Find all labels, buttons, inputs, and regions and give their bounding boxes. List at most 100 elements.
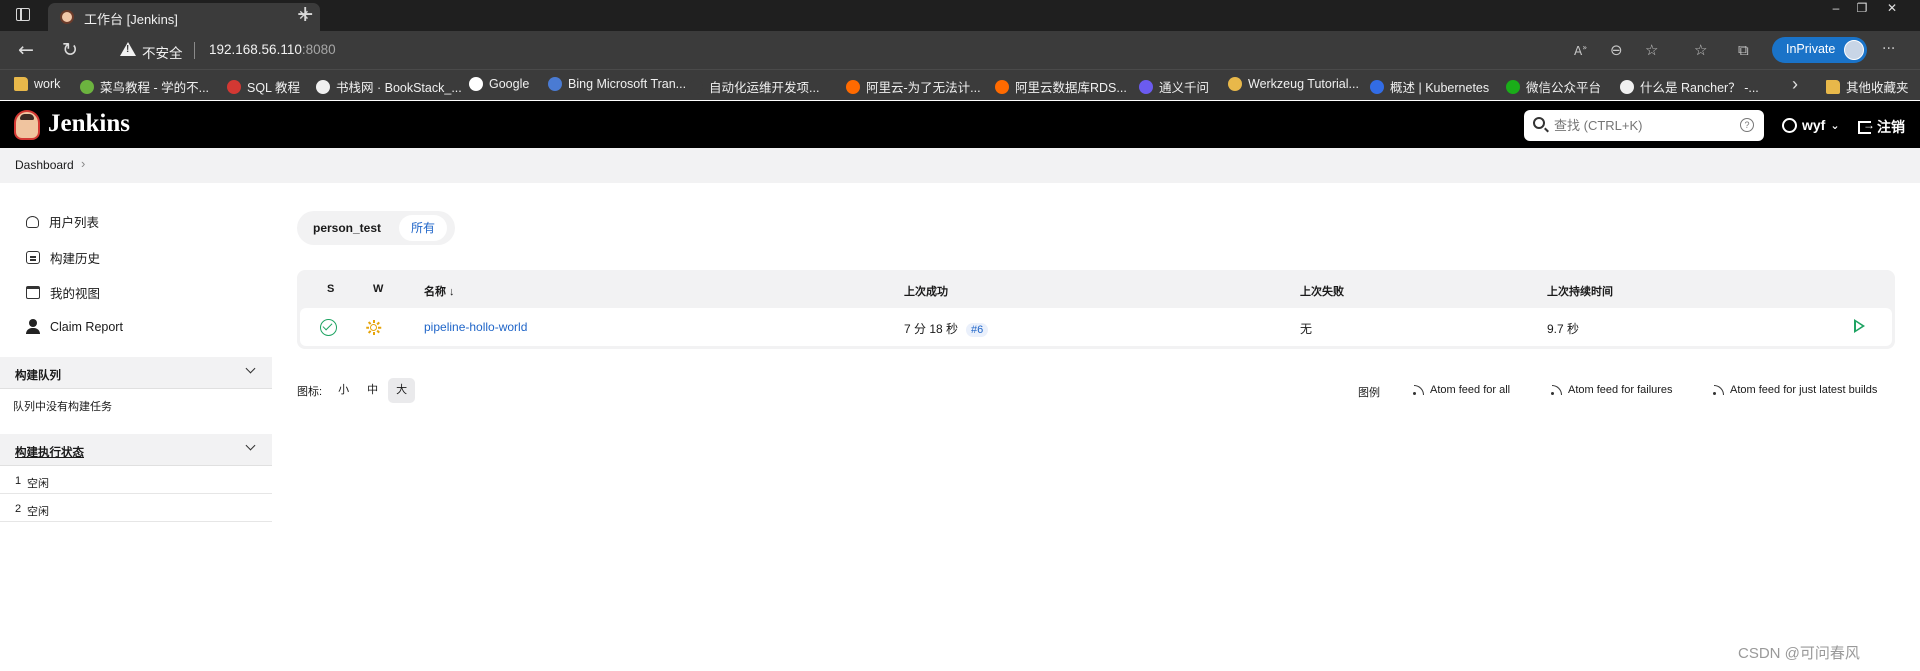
url-host: 192.168.56.110 [209, 42, 302, 57]
chevron-down-icon[interactable] [245, 363, 256, 374]
jenkins-logo-text[interactable]: Jenkins [48, 110, 130, 138]
new-tab-icon[interactable]: + [296, 2, 314, 27]
address-bar: ← ↻ 不安全 192.168.56.110:8080 A» ⊖ ☆ ☆ ⧉ I… [0, 31, 1920, 69]
icon-size-small[interactable]: 小 [330, 378, 357, 403]
rss-icon [1551, 385, 1562, 395]
last-success-time: 7 分 18 秒 [904, 322, 959, 336]
url-input[interactable]: 192.168.56.110:8080 [209, 42, 336, 57]
executor-row: 2 空闲 [0, 494, 272, 522]
sidebar-item-my-views[interactable]: 我的视图 [26, 283, 100, 302]
jenkins-favicon-icon [60, 10, 74, 24]
feed-label: Atom feed for failures [1568, 384, 1673, 396]
bookmark-item[interactable]: Bing Microsoft Tran... [548, 77, 686, 91]
more-menu-icon[interactable]: ··· [1882, 41, 1895, 57]
bookmark-item[interactable]: SQL 教程 [227, 77, 300, 96]
bookmark-item[interactable]: 菜鸟教程 - 学的不... [80, 77, 209, 96]
column-header-last-failure[interactable]: 上次失败 [1300, 283, 1344, 299]
read-aloud-icon[interactable]: A» [1574, 43, 1587, 58]
other-bookmarks-folder[interactable]: 其他收藏夹 [1826, 77, 1909, 96]
executor-status: 空闲 [27, 506, 49, 518]
executor-number: 1 [15, 475, 22, 487]
favorite-add-icon[interactable]: ☆ [1645, 41, 1658, 59]
icon-size-large[interactable]: 大 [388, 378, 416, 403]
breadcrumb-chevron-icon[interactable]: › [81, 156, 85, 171]
bookmark-item[interactable]: 书栈网 · BookStack_... [316, 77, 462, 96]
column-header-weather[interactable]: W [373, 283, 383, 295]
user-menu[interactable]: wyf ⌄ [1782, 117, 1840, 133]
bookmark-item[interactable]: 自动化运维开发项... [689, 77, 819, 96]
sunny-weather-icon[interactable] [366, 320, 382, 335]
bookmark-item[interactable]: work [14, 77, 60, 91]
executors-title[interactable]: 构建执行状态 [15, 444, 84, 460]
bookmark-favicon-icon [1139, 79, 1153, 94]
sidebar-item-label: 用户列表 [49, 216, 100, 230]
bookmark-label: 阿里云-为了无法计... [866, 81, 981, 95]
column-header-last-success[interactable]: 上次成功 [904, 283, 948, 299]
minimize-icon[interactable]: ‒ [1822, 0, 1850, 16]
logout-link[interactable]: 注销 [1858, 117, 1905, 137]
insecure-label[interactable]: 不安全 [142, 42, 183, 62]
back-icon[interactable]: ← [18, 39, 34, 61]
atom-feed-failures-link[interactable]: Atom feed for failures [1551, 384, 1673, 396]
build-number-link[interactable]: #6 [966, 323, 989, 337]
bookmark-favicon-icon [469, 77, 483, 91]
build-queue-header[interactable]: 构建队列 [0, 357, 272, 389]
bookmark-label: Google [489, 77, 530, 91]
sidebar-item-users[interactable]: 用户列表 [26, 212, 99, 231]
jenkins-butler-icon[interactable] [14, 110, 40, 140]
bookmark-label: 阿里云数据库RDS... [1015, 81, 1127, 95]
bookmark-item[interactable]: 阿里云数据库RDS... [995, 77, 1127, 96]
column-header-name[interactable]: 名称 ↓ [424, 283, 455, 299]
watermark-text: CSDN @可问春风 [1738, 645, 1860, 662]
executors-header[interactable]: 构建执行状态 [0, 434, 272, 466]
profile-avatar [1844, 40, 1864, 60]
bookmark-item[interactable]: Werkzeug Tutorial... [1228, 77, 1359, 91]
build-now-play-icon[interactable] [1854, 319, 1865, 333]
bookmark-item[interactable]: 阿里云-为了无法计... [846, 77, 981, 96]
search-input[interactable] [1554, 115, 1724, 135]
column-header-status[interactable]: S [327, 283, 334, 295]
tab-actions-icon[interactable] [16, 8, 30, 21]
reload-icon[interactable]: ↻ [62, 39, 78, 61]
sidebar-item-claim-report[interactable]: Claim Report [26, 319, 123, 334]
atom-feed-all-link[interactable]: Atom feed for all [1413, 384, 1510, 396]
browser-tab-active[interactable]: 工作台 [Jenkins] ✕ [48, 3, 320, 31]
bookmark-favicon-icon [1506, 79, 1520, 94]
tab-all[interactable]: 所有 [399, 215, 448, 241]
logout-icon [1858, 118, 1875, 134]
restore-icon[interactable]: ❐ [1848, 0, 1876, 16]
bookmark-item[interactable]: 概述 | Kubernetes [1370, 77, 1489, 96]
bookmark-item[interactable]: 微信公众平台 [1506, 77, 1601, 96]
sidebar-item-label: 构建历史 [50, 252, 101, 266]
close-window-icon[interactable]: ✕ [1878, 0, 1906, 16]
legend-link[interactable]: 图例 [1358, 384, 1380, 400]
warning-icon[interactable] [120, 42, 136, 56]
bookmark-favicon-icon [227, 79, 241, 94]
rss-icon [1413, 385, 1424, 395]
inprivate-badge[interactable]: InPrivate [1772, 37, 1867, 63]
bookmark-favicon-icon [80, 79, 94, 94]
bookmarks-overflow-icon[interactable]: › [1792, 74, 1798, 95]
bookmark-item[interactable]: 通义千问 [1139, 77, 1209, 96]
search-help-icon[interactable]: ? [1740, 118, 1754, 132]
column-header-last-duration[interactable]: 上次持续时间 [1547, 283, 1613, 299]
icon-size-medium[interactable]: 中 [359, 378, 386, 403]
breadcrumb-dashboard[interactable]: Dashboard [15, 158, 74, 172]
bookmark-label: 书栈网 · BookStack_... [336, 81, 462, 95]
bookmark-item[interactable]: 什么是 Rancher？ -... [1620, 77, 1759, 96]
sidebar-item-build-history[interactable]: 构建历史 [26, 248, 100, 267]
search-box[interactable]: ? [1524, 110, 1764, 141]
atom-feed-latest-link[interactable]: Atom feed for just latest builds [1713, 384, 1877, 396]
job-link[interactable]: pipeline-hollo-world [424, 320, 527, 334]
success-status-icon[interactable] [320, 319, 337, 336]
tab-person-test[interactable]: person_test [301, 215, 393, 241]
users-icon [26, 215, 39, 228]
favorites-icon[interactable]: ☆ [1694, 41, 1707, 59]
collections-icon[interactable]: ⧉ [1738, 41, 1749, 59]
bookmark-favicon-icon [846, 79, 860, 94]
zoom-icon[interactable]: ⊖ [1610, 41, 1623, 59]
bookmark-item[interactable]: Google [469, 77, 529, 91]
other-bookmarks-label: 其他收藏夹 [1846, 81, 1909, 95]
chevron-down-icon[interactable] [245, 440, 256, 451]
search-icon [1533, 117, 1545, 129]
